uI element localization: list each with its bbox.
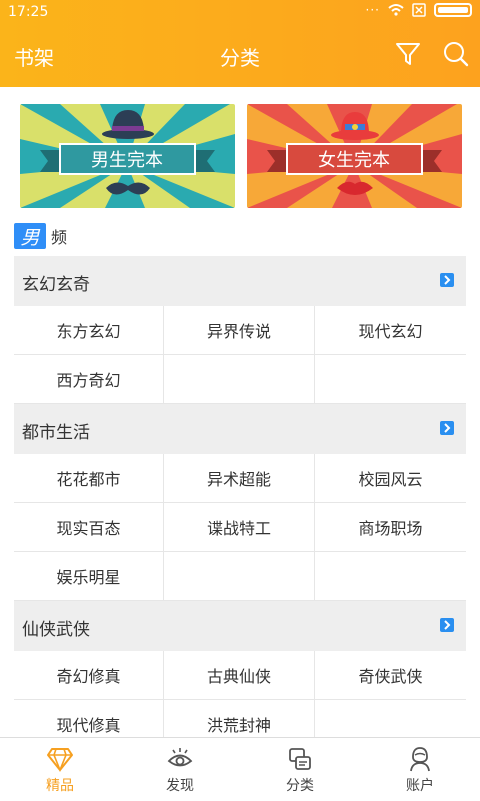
category-item[interactable]: 奇侠武侠 (315, 651, 466, 700)
category-item[interactable]: 东方玄幻 (14, 306, 164, 355)
category-item-empty (315, 552, 466, 601)
section-title: 玄幻玄奇 (22, 275, 90, 295)
category-item[interactable]: 现实百态 (14, 503, 164, 552)
signal-dots-icon: ··· (365, 3, 380, 17)
category-item[interactable]: 古典仙侠 (164, 651, 315, 700)
diamond-icon (47, 748, 73, 772)
status-icons: ··· (366, 3, 472, 17)
category-list: 玄幻玄奇 东方玄幻 异界传说 现代玄幻 西方奇幻 都市生活 花花都市 异术超能 … (14, 256, 466, 749)
gender-heading: 男 频 (14, 222, 67, 250)
banner-female-label: 女生完本 (318, 150, 390, 171)
category-item[interactable]: 奇幻修真 (14, 651, 164, 700)
nav-item-discover[interactable]: 发现 (120, 738, 240, 801)
no-sim-icon (412, 3, 426, 17)
nav-item-account[interactable]: 账户 (360, 738, 480, 801)
nav-label: 账户 (406, 778, 434, 794)
section-header[interactable]: 玄幻玄奇 (14, 256, 466, 306)
gender-suffix: 频 (51, 228, 68, 247)
battery-icon (434, 3, 472, 17)
section-header[interactable]: 都市生活 (14, 404, 466, 454)
bottom-nav: 精品 发现 分类 账户 (0, 737, 480, 801)
category-item[interactable]: 校园风云 (315, 454, 466, 503)
section-title: 都市生活 (22, 423, 90, 443)
banner-female-completed[interactable]: 女生完本 (247, 104, 462, 208)
nav-label: 发现 (166, 778, 194, 794)
category-item[interactable]: 异界传说 (164, 306, 315, 355)
banner-row: 男生完本 女生完本 (20, 104, 462, 208)
filter-icon[interactable] (394, 40, 422, 68)
category-item[interactable]: 娱乐明星 (14, 552, 164, 601)
nav-label: 精品 (46, 778, 74, 794)
banner-male-art: 男生完本 (20, 104, 235, 208)
section-title: 仙侠武侠 (22, 620, 90, 640)
category-icon (289, 748, 311, 770)
category-item[interactable]: 异术超能 (164, 454, 315, 503)
app-bar: 书架 分类 (0, 24, 480, 87)
section-header[interactable]: 仙侠武侠 (14, 601, 466, 651)
category-item[interactable]: 西方奇幻 (14, 355, 164, 404)
gender-badge: 男 (14, 223, 46, 249)
category-item[interactable]: 花花都市 (14, 454, 164, 503)
nav-item-featured[interactable]: 精品 (0, 738, 120, 801)
wifi-icon (388, 4, 404, 16)
app-header: 17:25 ··· 书架 分类 (0, 0, 480, 87)
category-item-empty (164, 355, 315, 404)
category-grid: 花花都市 异术超能 校园风云 现实百态 谍战特工 商场职场 娱乐明星 (14, 454, 466, 601)
category-item-empty (315, 355, 466, 404)
eye-icon (167, 748, 193, 767)
category-item[interactable]: 商场职场 (315, 503, 466, 552)
chevron-right-icon[interactable] (440, 273, 454, 287)
category-item[interactable]: 谍战特工 (164, 503, 315, 552)
nav-label: 分类 (286, 778, 314, 794)
category-item[interactable]: 现代玄幻 (315, 306, 466, 355)
banner-male-completed[interactable]: 男生完本 (20, 104, 235, 208)
status-bar: 17:25 ··· (0, 0, 480, 24)
chevron-right-icon[interactable] (440, 421, 454, 435)
banner-female-art: 女生完本 (247, 104, 462, 208)
category-grid: 奇幻修真 古典仙侠 奇侠武侠 现代修真 洪荒封神 (14, 651, 466, 749)
banner-male-label: 男生完本 (91, 150, 163, 171)
category-grid: 东方玄幻 异界传说 现代玄幻 西方奇幻 (14, 306, 466, 404)
search-icon[interactable] (442, 40, 470, 68)
nav-item-category[interactable]: 分类 (240, 738, 360, 801)
status-time: 17:25 (8, 4, 49, 20)
chevron-right-icon[interactable] (440, 618, 454, 632)
category-item-empty (164, 552, 315, 601)
user-icon (410, 747, 430, 772)
